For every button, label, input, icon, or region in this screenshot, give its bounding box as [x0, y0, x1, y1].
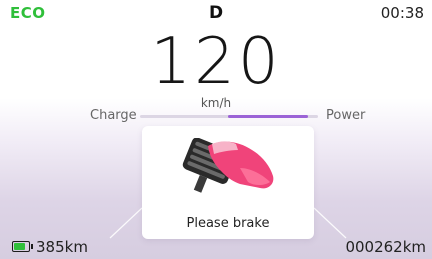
brake-alert-dialog: Please brake — [142, 126, 314, 239]
speed-unit: km/h — [200, 96, 232, 110]
gear-indicator: D — [208, 3, 224, 23]
clock: 00:38 — [380, 4, 424, 22]
battery-level — [14, 243, 25, 250]
battery-icon — [12, 241, 33, 252]
range-readout: 385km — [36, 238, 88, 256]
alert-message: Please brake — [186, 216, 270, 231]
speed-readout: 120 — [150, 25, 282, 99]
odometer-readout: 000262km — [345, 238, 426, 256]
battery-terminal — [31, 244, 33, 249]
brake-pedal-icon — [182, 138, 274, 193]
